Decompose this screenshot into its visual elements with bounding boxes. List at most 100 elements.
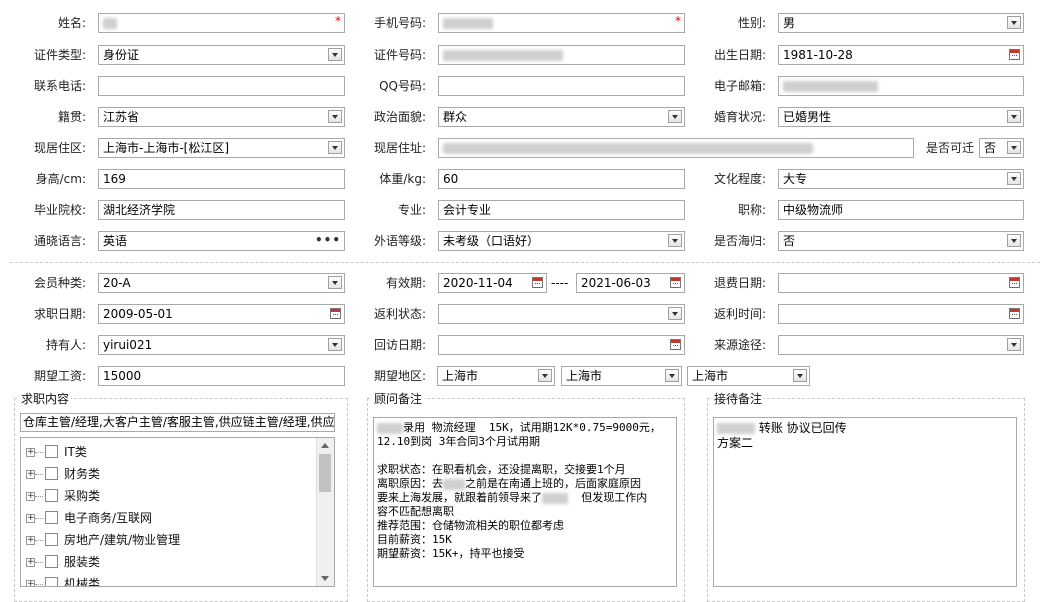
qq-input[interactable] bbox=[438, 76, 685, 96]
dropdown-arrow-icon[interactable] bbox=[1007, 141, 1021, 154]
source-label: 来源途径: bbox=[713, 338, 766, 352]
redacted-name bbox=[717, 423, 755, 434]
scroll-up-arrow-icon[interactable] bbox=[321, 443, 329, 448]
major-input[interactable]: 会计专业 bbox=[438, 200, 685, 220]
job-title-input[interactable]: 中级物流师 bbox=[778, 200, 1024, 220]
checkbox[interactable] bbox=[45, 467, 58, 480]
job-category-tree[interactable]: + IT类 + 财务类 + 采购类 + 电子商务/互联网 + 房地产/建筑/物业… bbox=[20, 437, 335, 587]
checkbox[interactable] bbox=[45, 577, 58, 586]
rebate-status-select[interactable] bbox=[438, 304, 685, 324]
region-district-select[interactable]: 上海市 bbox=[687, 366, 810, 386]
birth-date-input[interactable]: 1981-10-28 bbox=[778, 45, 1024, 65]
job-content-legend: 求职内容 bbox=[21, 392, 70, 406]
relocate-label: 是否可迁 bbox=[925, 141, 974, 155]
contact-phone-input[interactable] bbox=[98, 76, 345, 96]
calendar-icon[interactable] bbox=[532, 277, 543, 288]
native-select[interactable]: 江苏省 bbox=[98, 107, 345, 127]
salary-input[interactable]: 15000 bbox=[98, 366, 345, 386]
overseas-value: 否 bbox=[783, 234, 796, 248]
email-input[interactable] bbox=[778, 76, 1024, 96]
region-city-select[interactable]: 上海市 bbox=[561, 366, 682, 386]
job-summary-value: 仓库主管/经理,大客户主管/客服主管,供应链主管/经理,供应 bbox=[23, 415, 335, 429]
area-label: 现居住区: bbox=[33, 141, 86, 155]
idtype-select[interactable]: 身份证 bbox=[98, 45, 345, 65]
checkbox[interactable] bbox=[45, 533, 58, 546]
relocate-select[interactable]: 否 bbox=[979, 138, 1024, 158]
region-province-value: 上海市 bbox=[442, 369, 479, 383]
expand-icon[interactable]: + bbox=[26, 558, 35, 567]
checkbox[interactable] bbox=[45, 445, 58, 458]
calendar-icon[interactable] bbox=[1009, 308, 1020, 319]
marital-label: 婚育状况: bbox=[713, 110, 766, 124]
dropdown-arrow-icon[interactable] bbox=[1007, 234, 1021, 247]
education-select[interactable]: 大专 bbox=[778, 169, 1024, 189]
expand-icon[interactable]: + bbox=[26, 448, 35, 457]
school-input[interactable]: 湖北经济学院 bbox=[98, 200, 345, 220]
member-type-select[interactable]: 20-A bbox=[98, 273, 345, 293]
tree-connector bbox=[35, 518, 43, 519]
job-title-label: 职称: bbox=[737, 203, 766, 217]
dropdown-arrow-icon[interactable] bbox=[1007, 16, 1021, 29]
valid-from-input[interactable]: 2020-11-04 bbox=[438, 273, 547, 293]
lang-level-label: 外语等级: bbox=[373, 234, 426, 248]
apply-date-input[interactable]: 2009-05-01 bbox=[98, 304, 345, 324]
lang-level-select[interactable]: 未考级（口语好） bbox=[438, 231, 685, 251]
source-select[interactable] bbox=[778, 335, 1024, 355]
expand-icon[interactable]: + bbox=[26, 492, 35, 501]
more-options-icon[interactable]: ••• bbox=[315, 232, 341, 249]
expand-icon[interactable]: + bbox=[26, 580, 35, 586]
dropdown-arrow-icon[interactable] bbox=[793, 369, 807, 382]
expand-icon[interactable]: + bbox=[26, 514, 35, 523]
major-value: 会计专业 bbox=[443, 203, 492, 217]
scroll-down-arrow-icon[interactable] bbox=[321, 576, 329, 581]
language-input[interactable]: 英语 ••• bbox=[98, 231, 345, 251]
overseas-select[interactable]: 否 bbox=[778, 231, 1024, 251]
phone-input[interactable]: * bbox=[438, 13, 685, 33]
rebate-time-input[interactable] bbox=[778, 304, 1024, 324]
dropdown-arrow-icon[interactable] bbox=[538, 369, 552, 382]
checkbox[interactable] bbox=[45, 555, 58, 568]
height-value: 169 bbox=[103, 172, 126, 186]
checkbox[interactable] bbox=[45, 511, 58, 524]
valid-period-label: 有效期: bbox=[385, 276, 426, 290]
reception-note-line: 方案二 bbox=[717, 436, 754, 450]
visit-date-input[interactable] bbox=[438, 335, 685, 355]
height-input[interactable]: 169 bbox=[98, 169, 345, 189]
redacted-text bbox=[443, 478, 465, 490]
dropdown-arrow-icon[interactable] bbox=[1007, 338, 1021, 351]
address-input[interactable] bbox=[438, 138, 914, 158]
scrollbar-thumb[interactable] bbox=[319, 454, 331, 492]
advisor-notes-textarea[interactable]: 录用 物流经理 15K，试用期12K*0.75=9000元， 12.10到岗 3… bbox=[373, 417, 677, 587]
education-value: 大专 bbox=[783, 172, 808, 186]
language-value: 英语 bbox=[103, 234, 128, 248]
checkbox[interactable] bbox=[45, 489, 58, 502]
refund-date-input[interactable] bbox=[778, 273, 1024, 293]
weight-input[interactable]: 60 bbox=[438, 169, 685, 189]
calendar-icon[interactable] bbox=[1009, 49, 1020, 60]
marital-select[interactable]: 已婚男性 bbox=[778, 107, 1024, 127]
area-select[interactable]: 上海市-上海市-[松江区] bbox=[98, 138, 345, 158]
calendar-icon[interactable] bbox=[1009, 277, 1020, 288]
name-label: 姓名: bbox=[57, 16, 86, 30]
political-select[interactable]: 群众 bbox=[438, 107, 685, 127]
tree-scrollbar[interactable] bbox=[316, 438, 334, 586]
dropdown-arrow-icon[interactable] bbox=[665, 369, 679, 382]
valid-to-input[interactable]: 2021-06-03 bbox=[576, 273, 685, 293]
dropdown-arrow-icon[interactable] bbox=[1007, 110, 1021, 123]
idno-input[interactable] bbox=[438, 45, 685, 65]
political-value: 群众 bbox=[443, 110, 468, 124]
expand-icon[interactable]: + bbox=[26, 470, 35, 479]
rebate-time-label: 返利时间: bbox=[713, 307, 766, 321]
height-label: 身高/cm: bbox=[35, 172, 86, 186]
region-province-select[interactable]: 上海市 bbox=[437, 366, 555, 386]
job-summary-input[interactable]: 仓库主管/经理,大客户主管/客服主管,供应链主管/经理,供应 bbox=[20, 413, 335, 432]
tree-connector bbox=[35, 562, 43, 563]
expand-icon[interactable]: + bbox=[26, 536, 35, 545]
gender-select[interactable]: 男 bbox=[778, 13, 1024, 33]
tree-item-label: 服装类 bbox=[64, 555, 101, 569]
holder-select[interactable]: yirui021 bbox=[98, 335, 345, 355]
holder-label: 持有人: bbox=[45, 338, 86, 352]
reception-notes-textarea[interactable]: 转账 协议已回传 方案二 bbox=[713, 417, 1017, 587]
name-input[interactable]: * bbox=[98, 13, 345, 33]
dropdown-arrow-icon[interactable] bbox=[1007, 172, 1021, 185]
